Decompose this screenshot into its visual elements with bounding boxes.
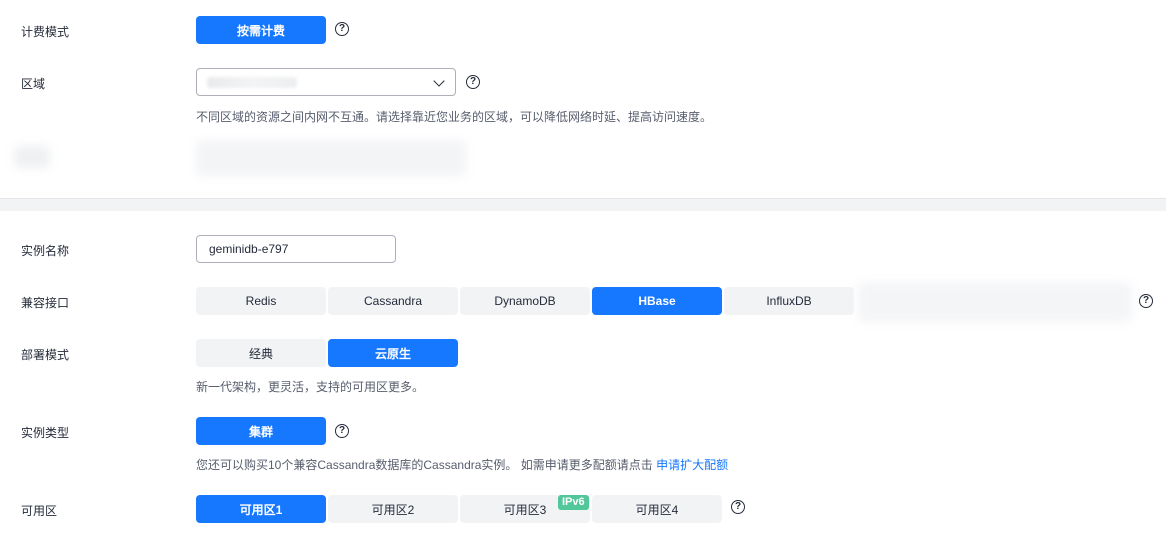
billing-on-demand-button[interactable]: 按需计费 bbox=[196, 16, 326, 44]
region-label: 区域 bbox=[21, 77, 46, 91]
instance-type-label: 实例类型 bbox=[21, 426, 70, 440]
deploy-option-classic[interactable]: 经典 bbox=[196, 339, 326, 367]
deploy-mode-label: 部署模式 bbox=[21, 348, 70, 362]
instance-name-label: 实例名称 bbox=[21, 244, 70, 258]
compat-options-redacted bbox=[858, 282, 1132, 322]
billing-help-icon[interactable]: ? bbox=[335, 22, 349, 36]
compat-help-icon[interactable]: ? bbox=[1139, 294, 1153, 308]
compat-option-hbase[interactable]: HBase bbox=[592, 287, 722, 315]
quota-hint-text: 您还可以购买10个兼容Cassandra数据库的Cassandra实例。 如需申… bbox=[196, 458, 653, 472]
request-quota-link[interactable]: 申请扩大配额 bbox=[656, 458, 728, 472]
az-option-4[interactable]: 可用区4 bbox=[592, 495, 722, 523]
az-option-2[interactable]: 可用区2 bbox=[328, 495, 458, 523]
az-option-1[interactable]: 可用区1 bbox=[196, 495, 326, 523]
ipv6-badge: IPv6 bbox=[558, 495, 589, 510]
instance-type-hint: 您还可以购买10个兼容Cassandra数据库的Cassandra实例。 如需申… bbox=[196, 456, 728, 473]
section-divider bbox=[0, 198, 1166, 211]
az-label: 可用区 bbox=[21, 504, 58, 518]
az-help-icon[interactable]: ? bbox=[731, 500, 745, 514]
redacted-label bbox=[14, 146, 50, 168]
deploy-hint: 新一代架构，更灵活，支持的可用区更多。 bbox=[196, 380, 425, 394]
instance-type-cluster-button[interactable]: 集群 bbox=[196, 417, 326, 445]
chevron-down-icon bbox=[433, 75, 445, 87]
region-help-icon[interactable]: ? bbox=[466, 75, 480, 89]
compat-option-cassandra[interactable]: Cassandra bbox=[328, 287, 458, 315]
redacted-field bbox=[196, 140, 466, 176]
compat-option-influxdb[interactable]: InfluxDB bbox=[724, 287, 854, 315]
compat-option-dynamodb[interactable]: DynamoDB bbox=[460, 287, 590, 315]
region-select-value-redacted bbox=[207, 77, 297, 88]
compat-option-redis[interactable]: Redis bbox=[196, 287, 326, 315]
region-select[interactable] bbox=[196, 68, 456, 96]
instance-type-help-icon[interactable]: ? bbox=[335, 424, 349, 438]
compat-api-label: 兼容接口 bbox=[21, 296, 70, 310]
instance-name-input[interactable] bbox=[196, 235, 396, 263]
deploy-option-cloud-native[interactable]: 云原生 bbox=[328, 339, 458, 367]
billing-mode-label: 计费模式 bbox=[21, 25, 70, 39]
region-hint: 不同区域的资源之间内网不互通。请选择靠近您业务的区域，可以降低网络时延、提高访问… bbox=[196, 110, 713, 124]
